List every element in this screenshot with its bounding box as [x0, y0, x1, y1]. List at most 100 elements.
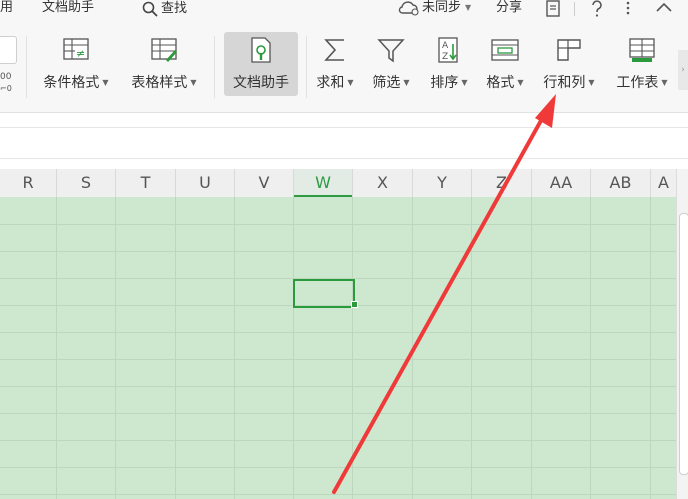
- grid-line: [412, 197, 413, 499]
- column-header[interactable]: Z: [472, 169, 531, 197]
- chevron-down-icon: ▼: [517, 77, 524, 87]
- column-header-selected[interactable]: W: [294, 169, 352, 197]
- column-header[interactable]: X: [353, 169, 412, 197]
- column-header[interactable]: Y: [413, 169, 471, 197]
- column-header-row: R S T U V W X Y Z AA AB A: [0, 169, 676, 198]
- format-icon: [491, 39, 519, 61]
- table-style-button[interactable]: 表格样式 ▼: [126, 34, 202, 92]
- grid-line: [0, 494, 676, 495]
- worksheet-icon: [629, 38, 655, 62]
- svg-text:≠: ≠: [76, 47, 85, 60]
- collapse-ribbon-icon[interactable]: [654, 0, 674, 16]
- more-icon[interactable]: [624, 0, 632, 18]
- worksheet-button[interactable]: 工作表 ▼: [610, 34, 674, 92]
- sum-button[interactable]: 求和 ▼: [310, 34, 360, 92]
- grid-line: [0, 467, 676, 468]
- ribbon-separator: [306, 36, 307, 98]
- cell-grid[interactable]: [0, 197, 676, 499]
- chevron-down-icon: ▼: [461, 77, 468, 87]
- column-header[interactable]: R: [0, 169, 56, 197]
- conditional-format-label: 条件格式: [43, 75, 100, 91]
- ribbon-separator: [214, 36, 215, 98]
- grid-line: [0, 359, 676, 360]
- menu-divider: [574, 2, 575, 16]
- partial-dropdown[interactable]: [0, 36, 17, 64]
- doc-helper-label: 文档助手: [233, 75, 289, 91]
- grid-line: [0, 440, 676, 441]
- menu-bar: 用 文档助手 查找 未同步 ▼ 分享: [0, 0, 688, 22]
- table-style-icon: [151, 38, 177, 62]
- chevron-right-icon: ›: [681, 65, 685, 75]
- sigma-icon: [324, 39, 344, 61]
- doc-helper-button[interactable]: 文档助手: [224, 32, 298, 96]
- active-cell[interactable]: [293, 279, 355, 308]
- search-icon: [142, 1, 158, 17]
- conditional-format-button[interactable]: ≠ 条件格式 ▼: [38, 34, 114, 92]
- grid-line: [293, 197, 294, 499]
- rows-columns-button[interactable]: 行和列 ▼: [538, 34, 600, 92]
- chevron-down-icon: ▼: [465, 3, 472, 12]
- column-header[interactable]: AB: [591, 169, 650, 197]
- table-style-label: 表格样式: [131, 75, 188, 91]
- worksheet-label: 工作表: [616, 75, 659, 91]
- grid-line: [471, 197, 472, 499]
- column-header[interactable]: V: [235, 169, 293, 197]
- chevron-down-icon: ▼: [347, 77, 354, 87]
- chevron-down-icon: ▼: [661, 77, 668, 87]
- format-label: 格式: [486, 75, 515, 91]
- sort-label: 排序: [430, 75, 459, 91]
- filter-label: 筛选: [372, 75, 401, 91]
- sort-button[interactable]: A Z 排序 ▼: [424, 34, 474, 92]
- grid-line: [175, 197, 176, 499]
- filter-button[interactable]: 筛选 ▼: [366, 34, 416, 92]
- grid-line: [352, 197, 353, 499]
- grid-line: [56, 197, 57, 499]
- partial-number: 00 ⌐0: [0, 72, 12, 93]
- cloud-sync-icon: [398, 1, 419, 16]
- search-button[interactable]: 查找: [142, 0, 187, 18]
- column-header[interactable]: A: [651, 169, 676, 197]
- share-button[interactable]: 分享: [496, 0, 522, 16]
- document-icon[interactable]: [544, 0, 562, 18]
- sort-icon: A Z: [438, 37, 458, 63]
- rows-columns-icon: [557, 39, 581, 61]
- vertical-scrollbar[interactable]: [676, 169, 688, 499]
- grid-line: [0, 224, 676, 225]
- doc-helper-icon: [251, 37, 271, 63]
- grid-line: [0, 386, 676, 387]
- grid-line: [590, 197, 591, 499]
- help-icon[interactable]: [590, 0, 604, 18]
- ribbon-toolbar: 00 ⌐0 ≠ 条件格式 ▼ 表格样式 ▼ 文档助手 求和 ▼ 筛选 ▼ A Z…: [0, 22, 688, 113]
- svg-text:A: A: [442, 41, 449, 51]
- chevron-down-icon: ▼: [588, 77, 595, 87]
- grid-line: [115, 197, 116, 499]
- ribbon-scroll-right[interactable]: ›: [678, 50, 688, 90]
- sum-label: 求和: [316, 75, 345, 91]
- column-header[interactable]: AA: [532, 169, 590, 197]
- sync-label: 未同步: [422, 0, 462, 15]
- chevron-down-icon: ▼: [102, 77, 109, 87]
- fill-handle[interactable]: [351, 301, 358, 308]
- rows-columns-label: 行和列: [543, 75, 586, 91]
- filter-icon: [377, 39, 405, 63]
- ribbon-separator: [26, 36, 27, 98]
- grid-line: [0, 332, 676, 333]
- chevron-down-icon: ▼: [403, 77, 410, 87]
- column-header[interactable]: T: [116, 169, 175, 197]
- chevron-down-icon: ▼: [190, 77, 197, 87]
- sync-status[interactable]: 未同步 ▼: [398, 0, 471, 16]
- grid-line: [531, 197, 532, 499]
- grid-line: [650, 197, 651, 499]
- menu-doc-helper[interactable]: 文档助手: [42, 0, 94, 16]
- scrollbar-thumb[interactable]: [679, 213, 688, 475]
- column-header[interactable]: U: [176, 169, 234, 197]
- menu-item-partial[interactable]: 用: [0, 0, 13, 16]
- conditional-format-icon: ≠: [63, 38, 89, 60]
- grid-line: [234, 197, 235, 499]
- svg-text:Z: Z: [442, 52, 448, 62]
- column-header[interactable]: S: [57, 169, 115, 197]
- format-button[interactable]: 格式 ▼: [480, 34, 530, 92]
- grid-line: [0, 251, 676, 252]
- formula-bar[interactable]: [0, 127, 688, 159]
- search-label: 查找: [161, 1, 188, 16]
